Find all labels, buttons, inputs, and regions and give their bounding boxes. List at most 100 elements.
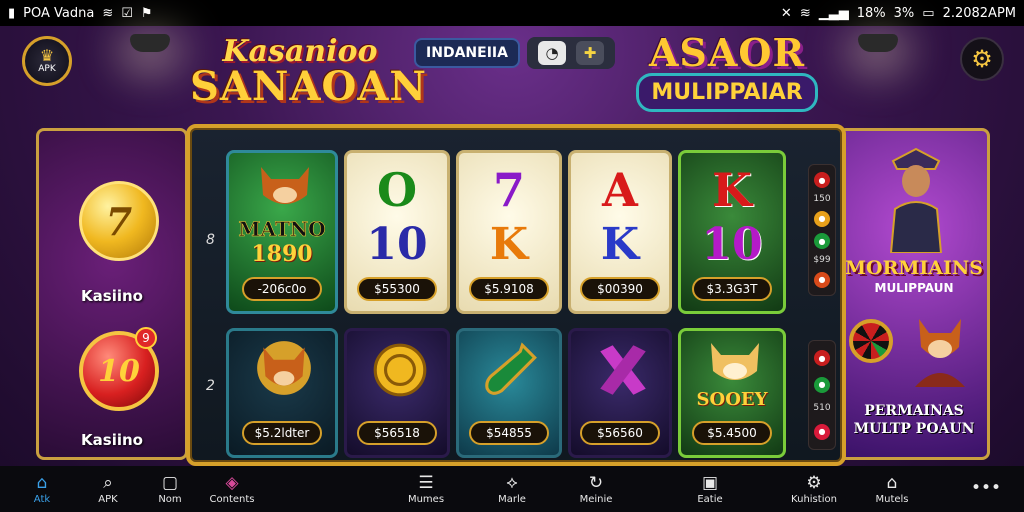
apk-badge-button[interactable]: ♛ APK bbox=[22, 36, 72, 86]
coin-badge: 9 bbox=[135, 327, 157, 349]
nav-item-house[interactable]: ⌂ Mutels bbox=[870, 466, 914, 512]
left-promo-panel[interactable]: 7 Kasiino 10 9 Kasiino bbox=[36, 128, 188, 460]
grid-icon: ◈ bbox=[225, 472, 239, 493]
fox-character-icon bbox=[915, 319, 965, 387]
nav-item-card[interactable]: ▣ Eatie bbox=[688, 466, 732, 512]
coin-bottom-value: 10 bbox=[98, 353, 140, 389]
signal-icon: ▮ bbox=[8, 5, 16, 21]
nav-label: Mumes bbox=[407, 493, 445, 505]
nav-label: Atk bbox=[33, 493, 51, 505]
stack-number: 150 bbox=[813, 194, 831, 205]
chip-icon: ● bbox=[814, 350, 830, 367]
casino-app: ▮ POA Vadna ≋ ☑ ⚑ ✕ ≋ ▁▃▅ 18% 3% ▭ 2.208… bbox=[0, 0, 1024, 512]
tile-subtext: 1890 bbox=[251, 241, 313, 267]
game-tile[interactable]: $5.2ldter bbox=[226, 328, 338, 458]
search-icon: ⌕ bbox=[103, 472, 113, 493]
tile-price: $56518 bbox=[357, 421, 437, 445]
right-promo-panel[interactable]: MORMIAINS MULIPPAUN PERMAINAS MULTP POAU… bbox=[838, 128, 990, 460]
tile-subtext: 10 bbox=[701, 219, 763, 270]
multiplayer-logo: ASAOR MULIPPAIAR bbox=[622, 30, 832, 120]
chip-icon: ● bbox=[814, 172, 830, 189]
nav-item-search[interactable]: ⌕ APK bbox=[88, 466, 128, 512]
game-tile[interactable]: MATNO 1890 -206c0o bbox=[226, 150, 338, 314]
nav-label: Mutels bbox=[875, 493, 909, 505]
header-controls: ◔ ✚ bbox=[527, 37, 615, 69]
nav-label: Nom bbox=[158, 493, 182, 505]
gear-icon[interactable]: ⚙ bbox=[960, 37, 1004, 81]
gear-icon: ⚙ bbox=[806, 472, 822, 493]
wifi-icon: ≋ bbox=[102, 5, 114, 21]
more-options-button[interactable]: ••• bbox=[966, 466, 1006, 512]
gold-coin-icon: 7 bbox=[79, 181, 159, 261]
tile-symbol: O bbox=[376, 163, 418, 217]
nav-item-contents[interactable]: ◈ Contents bbox=[204, 466, 260, 512]
language-selector[interactable]: INDANEIIA bbox=[414, 38, 520, 68]
stack-number: 510 bbox=[813, 403, 831, 414]
nav-label: Marle bbox=[498, 493, 526, 505]
battery-icon: ▭ bbox=[922, 5, 935, 21]
game-tile[interactable]: O 10 $55300 bbox=[344, 150, 450, 314]
tile-symbol: A bbox=[602, 163, 638, 217]
more-icon: ••• bbox=[970, 478, 1002, 498]
cat-mascot-icon bbox=[261, 167, 309, 204]
tile-price: $5.4500 bbox=[692, 421, 772, 445]
row-marker: 8 bbox=[206, 232, 215, 248]
right-panel-bottom-line1: PERMAINAS bbox=[864, 403, 964, 419]
row-marker: 2 bbox=[206, 378, 215, 394]
chat-icon: ▢ bbox=[161, 472, 179, 493]
nav-label: Meinie bbox=[579, 493, 613, 505]
tile-price: $54855 bbox=[469, 421, 549, 445]
chip-icon: ● bbox=[814, 271, 830, 288]
chip-icon: ● bbox=[814, 376, 830, 393]
nav-item-link[interactable]: ⟡ Marle bbox=[490, 466, 534, 512]
status-bar: ▮ POA Vadna ≋ ☑ ⚑ ✕ ≋ ▁▃▅ 18% 3% ▭ 2.208… bbox=[0, 0, 1024, 26]
refresh-icon: ↻ bbox=[588, 472, 604, 493]
game-tile[interactable]: A K $00390 bbox=[568, 150, 672, 314]
tile-price: $00390 bbox=[580, 277, 660, 301]
tile-symbol: MATNO bbox=[238, 217, 326, 242]
cross-symbol-icon bbox=[600, 345, 646, 395]
app-icon: ⚑ bbox=[140, 5, 153, 21]
hero-character-icon bbox=[889, 147, 943, 253]
game-tile[interactable]: SOOEY $5.4500 bbox=[678, 328, 786, 458]
status-time: 2.2082APM bbox=[942, 5, 1016, 21]
tile-subtext: K bbox=[600, 219, 640, 270]
card-icon: ▣ bbox=[701, 472, 719, 493]
stack-number: $99 bbox=[813, 255, 831, 266]
link-icon: ⟡ bbox=[506, 472, 518, 493]
nav-label: Contents bbox=[209, 493, 255, 505]
nav-label: Kuhistion bbox=[791, 493, 837, 505]
game-tile[interactable]: 7 K $5.9108 bbox=[456, 150, 562, 314]
logo-right-line2: MULIPPAIAR bbox=[636, 73, 818, 112]
roulette-icon bbox=[849, 319, 893, 363]
logo-right-line1: ASAOR bbox=[648, 30, 806, 75]
tile-symbol: 7 bbox=[492, 163, 525, 217]
clock-icon[interactable]: ◔ bbox=[538, 41, 566, 65]
tile-subtext: 10 bbox=[366, 219, 428, 270]
nav-item-chat[interactable]: ▢ Nom bbox=[150, 466, 190, 512]
game-tile[interactable]: $56518 bbox=[344, 328, 450, 458]
game-tile[interactable]: $56560 bbox=[568, 328, 672, 458]
gold-coin-symbol-icon bbox=[373, 343, 427, 397]
game-tile[interactable]: K 10 $3.3G3T bbox=[678, 150, 786, 314]
nav-item-home[interactable]: ⌂ Atk bbox=[22, 466, 62, 512]
slot-board: 8 2 MATNO 1890 -206c0o O 10 $55300 7 K $… bbox=[186, 124, 846, 466]
game-tile[interactable]: $54855 bbox=[456, 328, 562, 458]
signal-text: 18% bbox=[856, 5, 886, 21]
nav-item-menu[interactable]: ☰ Mumes bbox=[404, 466, 448, 512]
coin-top-value: 7 bbox=[105, 198, 133, 244]
tile-symbol: K bbox=[712, 163, 752, 217]
nav-label: APK bbox=[98, 493, 118, 505]
casino-logo-left: Kasanioo SANAOAN bbox=[190, 34, 426, 110]
nav-item-settings[interactable]: ⚙ Kuhistion bbox=[782, 466, 846, 512]
checkbox-icon: ☑ bbox=[121, 5, 133, 21]
stage-lamp bbox=[858, 34, 898, 52]
lion-mascot-icon bbox=[257, 341, 311, 395]
right-panel-subtitle: MULIPPAUN bbox=[874, 281, 954, 295]
nav-label: Eatie bbox=[697, 493, 723, 505]
menu-icon: ☰ bbox=[418, 472, 434, 493]
apk-badge-label: APK bbox=[38, 64, 56, 74]
side-stack-top: ● 150 ● ● $99 ● bbox=[808, 164, 836, 296]
plus-icon[interactable]: ✚ bbox=[576, 41, 604, 65]
nav-item-refresh[interactable]: ↻ Meinie bbox=[574, 466, 618, 512]
